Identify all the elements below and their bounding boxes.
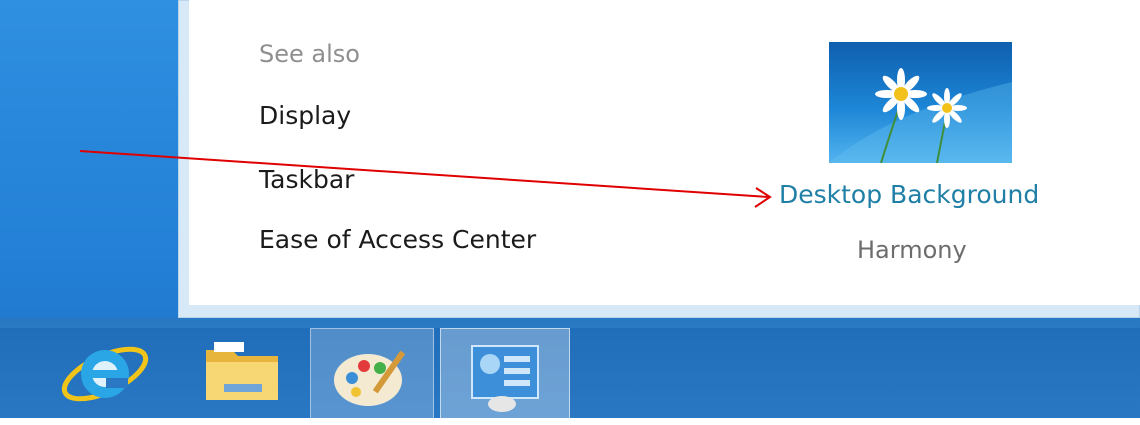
taskbar-highlight (0, 318, 1140, 328)
display-link[interactable]: Display (259, 101, 351, 130)
daisy-image-icon (829, 68, 1012, 163)
paint-icon (334, 350, 406, 406)
taskbar (0, 318, 1140, 421)
theme-name: Harmony (857, 236, 967, 264)
desktop-background-thumbnail[interactable] (829, 42, 1012, 163)
see-also-heading: See also (259, 40, 360, 68)
taskbar-link[interactable]: Taskbar (259, 165, 354, 194)
ease-of-access-center-link[interactable]: Ease of Access Center (259, 225, 536, 254)
taskbar-button-file-explorer[interactable] (180, 328, 306, 421)
taskbar-button-internet-explorer[interactable] (42, 328, 168, 421)
taskbar-button-paint[interactable] (310, 328, 434, 421)
desktop-background-link[interactable]: Desktop Background (779, 180, 1039, 209)
file-explorer-icon (206, 342, 278, 400)
internet-explorer-icon (61, 346, 149, 402)
taskbar-button-control-panel[interactable] (440, 328, 570, 421)
control-panel-icon (471, 345, 539, 412)
